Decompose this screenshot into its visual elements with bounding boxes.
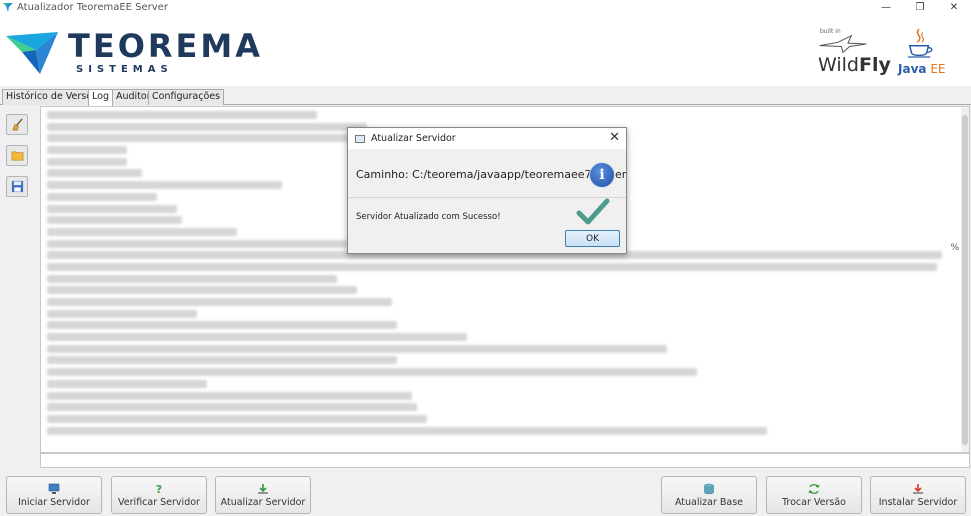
dialog-path-text: Caminho: C:/teorema/javaapp/teoremaee7se… <box>356 168 627 181</box>
instalar-servidor-button[interactable]: Instalar Servidor <box>870 476 966 514</box>
log-line <box>47 146 127 155</box>
log-line <box>47 321 397 330</box>
log-line <box>47 298 392 306</box>
brand-subtitle: SISTEMAS <box>76 64 173 75</box>
log-line <box>47 122 367 131</box>
log-line <box>47 227 237 236</box>
teorema-app-icon <box>3 3 13 12</box>
log-line <box>47 216 182 225</box>
dialog-title: Atualizar Servidor <box>371 133 456 144</box>
atualizar-base-button[interactable]: Atualizar Base <box>661 476 757 514</box>
tab-configuracoes[interactable]: Configurações <box>148 89 225 105</box>
javaee-wordmark-ee: EE <box>930 62 946 76</box>
log-scrollbar[interactable] <box>961 107 969 452</box>
instalar-servidor-label: Instalar Servidor <box>878 496 958 508</box>
folder-icon <box>11 151 23 161</box>
log-line <box>47 204 177 213</box>
javaee-logo: Java EE <box>896 26 946 80</box>
dialog-success-message: Servidor Atualizado com Sucesso! <box>356 212 501 222</box>
iniciar-servidor-label: Iniciar Servidor <box>18 496 90 508</box>
log-line <box>47 274 337 283</box>
log-line <box>47 262 937 271</box>
iniciar-servidor-button[interactable]: Iniciar Servidor <box>6 476 102 514</box>
trocar-versao-label: Trocar Versão <box>782 496 846 508</box>
log-line <box>47 368 697 377</box>
java-cup-icon <box>907 28 933 58</box>
log-line <box>47 239 347 248</box>
download-arrow-icon <box>258 483 268 494</box>
log-percent-fragment: % <box>950 243 959 253</box>
close-window-button[interactable]: ✕ <box>937 0 971 14</box>
teorema-logo-icon <box>6 32 58 74</box>
log-line <box>47 181 282 190</box>
broom-icon <box>11 118 23 131</box>
command-input[interactable] <box>40 453 970 468</box>
log-line <box>47 426 767 435</box>
log-line <box>47 169 142 178</box>
header-banner: TEOREMA SISTEMAS built in WildFly Java E… <box>0 14 971 86</box>
monitor-icon <box>48 483 60 494</box>
log-line <box>47 309 197 318</box>
window-title: Atualizador TeoremaEE Server <box>17 1 168 13</box>
log-line <box>47 111 317 119</box>
wildfly-wordmark: WildFly <box>818 54 891 76</box>
wildfly-wordmark-bold: Fly <box>859 54 891 76</box>
log-line <box>47 192 157 201</box>
question-icon: ? <box>156 483 162 495</box>
log-line <box>47 344 667 353</box>
database-icon <box>704 483 714 494</box>
atualizar-base-label: Atualizar Base <box>674 496 744 508</box>
log-line <box>47 379 207 388</box>
success-check-icon <box>576 198 610 225</box>
dialog-title-bar: Atualizar Servidor <box>348 128 626 149</box>
info-icon: i <box>589 162 615 188</box>
install-arrow-icon <box>913 483 923 494</box>
dialog-close-button[interactable]: ✕ <box>609 131 620 145</box>
wildfly-wordmark-light: Wild <box>818 54 859 76</box>
trocar-versao-button[interactable]: Trocar Versão <box>766 476 862 514</box>
action-bar: Iniciar Servidor ? Verificar Servidor At… <box>0 470 971 516</box>
log-scrollbar-thumb[interactable] <box>962 115 968 445</box>
log-line <box>47 403 417 412</box>
log-line <box>47 356 397 365</box>
floppy-disk-icon <box>11 180 23 193</box>
dialog-ok-button[interactable]: OK <box>565 230 620 247</box>
atualizar-servidor-label: Atualizar Servidor <box>220 496 306 508</box>
tab-log[interactable]: Log <box>88 89 113 106</box>
dialog-window-icon <box>355 134 365 143</box>
swap-arrows-icon <box>808 483 820 494</box>
svg-text:?: ? <box>156 483 162 495</box>
title-bar: Atualizador TeoremaEE Server — ❐ ✕ <box>0 0 971 14</box>
minimize-button[interactable]: — <box>869 0 903 14</box>
window-controls: — ❐ ✕ <box>869 0 971 14</box>
log-line <box>47 333 467 342</box>
open-folder-button[interactable] <box>6 145 28 166</box>
log-line <box>47 391 412 400</box>
log-line <box>47 134 377 143</box>
clear-log-button[interactable] <box>6 114 28 135</box>
javaee-wordmark: Java EE <box>898 62 945 76</box>
atualizar-servidor-dialog: Atualizar Servidor ✕ Caminho: C:/teorema… <box>347 127 627 254</box>
javaee-wordmark-java: Java <box>898 62 927 76</box>
log-tools <box>6 114 30 207</box>
atualizar-servidor-button[interactable]: Atualizar Servidor <box>215 476 311 514</box>
tab-bar: Histórico de Versões Log Auditor Configu… <box>0 88 971 106</box>
brand-name: TEOREMA <box>68 27 263 65</box>
verificar-servidor-button[interactable]: ? Verificar Servidor <box>111 476 207 514</box>
wildfly-bird-icon <box>819 34 867 54</box>
restore-button[interactable]: ❐ <box>903 0 937 14</box>
log-line <box>47 286 357 295</box>
wildfly-logo: built in WildFly <box>814 28 891 78</box>
save-log-button[interactable] <box>6 176 28 197</box>
log-line <box>47 157 127 166</box>
verificar-servidor-label: Verificar Servidor <box>118 496 200 508</box>
log-line <box>47 414 427 423</box>
